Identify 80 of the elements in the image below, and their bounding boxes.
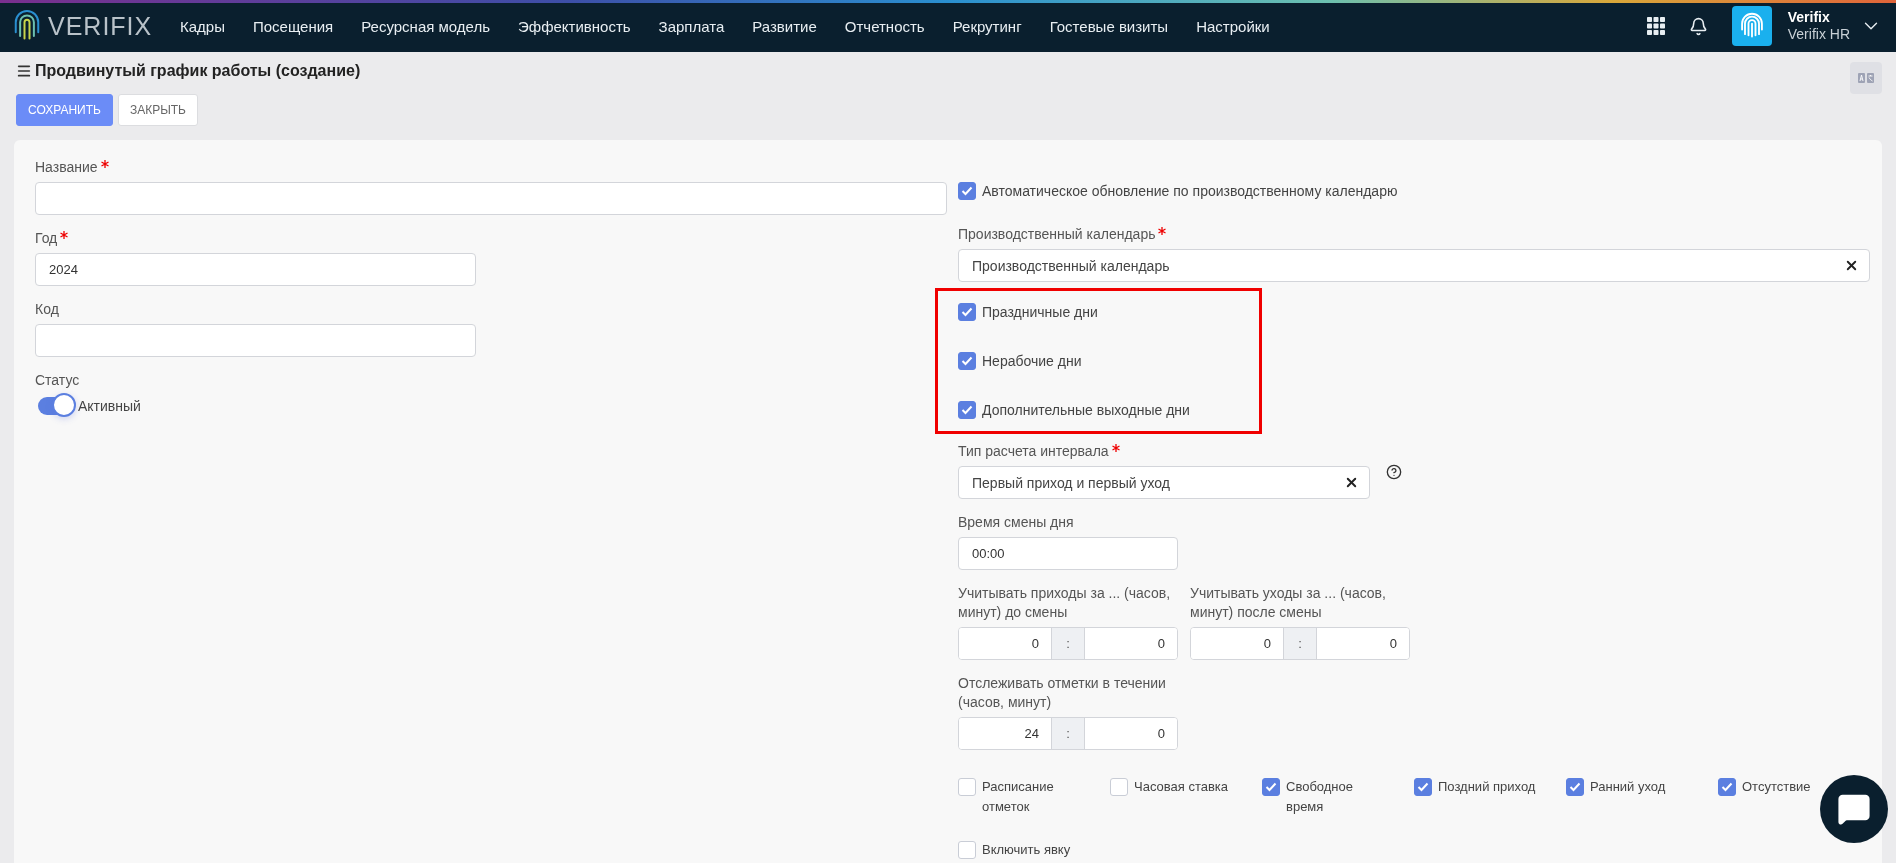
select-value: Производственный календарь: [972, 257, 1170, 274]
apps-grid-icon[interactable]: [1646, 17, 1665, 35]
clear-icon[interactable]: [1844, 258, 1859, 273]
checkmark-icon: [961, 356, 973, 366]
checkmark-icon: [1265, 782, 1277, 792]
checkbox[interactable]: [958, 352, 976, 370]
checkmark-icon: [1417, 782, 1429, 792]
bell-icon[interactable]: [1688, 16, 1708, 36]
checkmark-icon: [961, 186, 973, 196]
nav-link[interactable]: Настройки: [1182, 17, 1284, 35]
checkbox[interactable]: [958, 401, 976, 419]
checkbox-label: Нерабочие дни: [982, 352, 1082, 371]
checkbox-label: Расписание отметок: [982, 778, 1055, 816]
checkbox[interactable]: [1566, 778, 1584, 796]
checkbox-label: Включить явку: [982, 841, 1071, 859]
input-field[interactable]: 2024: [35, 253, 476, 286]
field-label: Время смены дня: [958, 513, 1074, 532]
checkbox[interactable]: [958, 841, 976, 859]
nav-link[interactable]: Отчетность: [830, 17, 939, 35]
checkbox[interactable]: [1262, 778, 1280, 796]
toggle-label: Активный: [78, 398, 141, 414]
select-field[interactable]: Производственный календарь: [958, 249, 1870, 282]
checkbox[interactable]: [958, 303, 976, 321]
nav-link[interactable]: Развитие: [738, 17, 831, 35]
time-separator: :: [1051, 718, 1085, 749]
field-label: Учитывать уходы за ... (часов, минут) после смены: [1190, 584, 1387, 622]
nav-link[interactable]: Гостевые визиты: [1035, 17, 1183, 35]
time-range-field[interactable]: 24 : 0: [958, 717, 1178, 750]
checkmark-icon: [961, 307, 973, 317]
help-icon[interactable]: [1386, 464, 1402, 480]
menu-icon[interactable]: [16, 63, 32, 79]
input-field[interactable]: 00:00: [958, 537, 1178, 570]
nav-link[interactable]: Кадры: [166, 17, 239, 35]
checkmark-icon: [961, 405, 973, 415]
checkbox[interactable]: [1110, 778, 1128, 796]
checkbox-label: Дополнительные выходные дни: [982, 401, 1190, 420]
nav-link[interactable]: Зарплата: [644, 17, 739, 35]
checkbox[interactable]: [958, 778, 976, 796]
checkmark-icon: [1569, 782, 1581, 792]
field-label: Код: [35, 300, 59, 319]
input-field[interactable]: [35, 324, 476, 357]
checkbox-label: Ранний уход: [1590, 778, 1666, 796]
select-field[interactable]: Первый приход и первый уход: [958, 466, 1370, 499]
checkmark-icon: [1721, 782, 1733, 792]
field-label: Тип расчета интервала: [958, 442, 1109, 461]
input-field[interactable]: [35, 182, 947, 215]
company-name: Verifix HR: [1787, 26, 1850, 43]
checkbox-label: Праздничные дни: [982, 303, 1098, 322]
nav-link[interactable]: Рекрутинг: [938, 17, 1036, 35]
field-label: Название: [35, 158, 98, 177]
fingerprint-avatar[interactable]: [1731, 6, 1772, 46]
field-label: Статус: [35, 371, 80, 390]
translate-button[interactable]: [1850, 62, 1882, 94]
user-name: Verifix: [1787, 9, 1831, 26]
checkbox[interactable]: [1718, 778, 1736, 796]
checkbox[interactable]: [1414, 778, 1432, 796]
checkbox[interactable]: [958, 182, 976, 200]
checkbox-label: Отсутствие: [1742, 778, 1811, 796]
nav-link[interactable]: Ресурсная модель: [347, 17, 505, 35]
time-range-field[interactable]: 0 : 0: [1190, 627, 1410, 660]
checkbox-label: Поздний приход: [1438, 778, 1536, 796]
logo-text: VERIFIX: [48, 11, 153, 41]
translate-icon: [1858, 73, 1874, 83]
chat-bubble-icon: [1837, 792, 1871, 826]
clear-icon[interactable]: [1344, 475, 1359, 490]
nav-link[interactable]: Эффективность: [504, 17, 645, 35]
checkbox-label: Часовая ставка: [1134, 778, 1229, 796]
time-range-field[interactable]: 0 : 0: [958, 627, 1178, 660]
time-separator: :: [1283, 628, 1317, 659]
checkbox-label: Свободное время: [1286, 778, 1354, 816]
page-title: Продвинутый график работы (создание): [35, 62, 361, 80]
checkbox-label: Автоматическое обновление по производственному календарю: [982, 182, 1398, 201]
field-label: Год: [35, 229, 58, 248]
nav-link[interactable]: Посещения: [238, 17, 348, 35]
field-label: Производственный календарь: [958, 225, 1156, 244]
select-value: Первый приход и первый уход: [972, 474, 1170, 491]
time-separator: :: [1051, 628, 1085, 659]
close-button[interactable]: ЗАКРЫТЬ: [117, 94, 198, 126]
field-label: Отслеживать отметки в течении (часов, минут): [958, 674, 1167, 712]
field-label: Учитывать приходы за ... (часов, минут) до смены: [958, 584, 1172, 622]
